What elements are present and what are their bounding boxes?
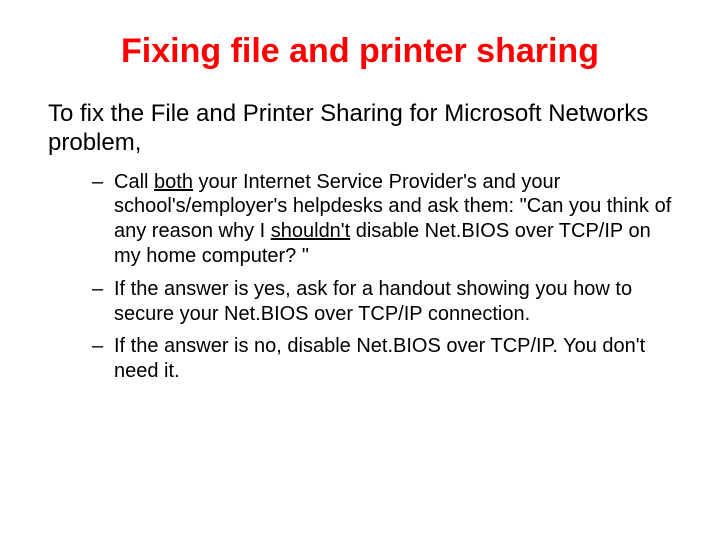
bullet-text-pre: Call: [114, 171, 154, 193]
list-item: Call both your Internet Service Provider…: [92, 170, 672, 269]
bullet-text: If the answer is yes, ask for a handout …: [114, 278, 632, 325]
slide: Fixing file and printer sharing To fix t…: [0, 0, 720, 540]
bullet-list: Call both your Internet Service Provider…: [92, 170, 672, 384]
intro-text: To fix the File and Printer Sharing for …: [48, 99, 672, 158]
slide-title: Fixing file and printer sharing: [48, 32, 672, 71]
list-item: If the answer is yes, ask for a handout …: [92, 277, 672, 327]
underline-shouldnt: shouldn't: [271, 220, 350, 242]
underline-both: both: [154, 171, 193, 193]
list-item: If the answer is no, disable Net.BIOS ov…: [92, 334, 672, 384]
bullet-text: If the answer is no, disable Net.BIOS ov…: [114, 335, 645, 382]
